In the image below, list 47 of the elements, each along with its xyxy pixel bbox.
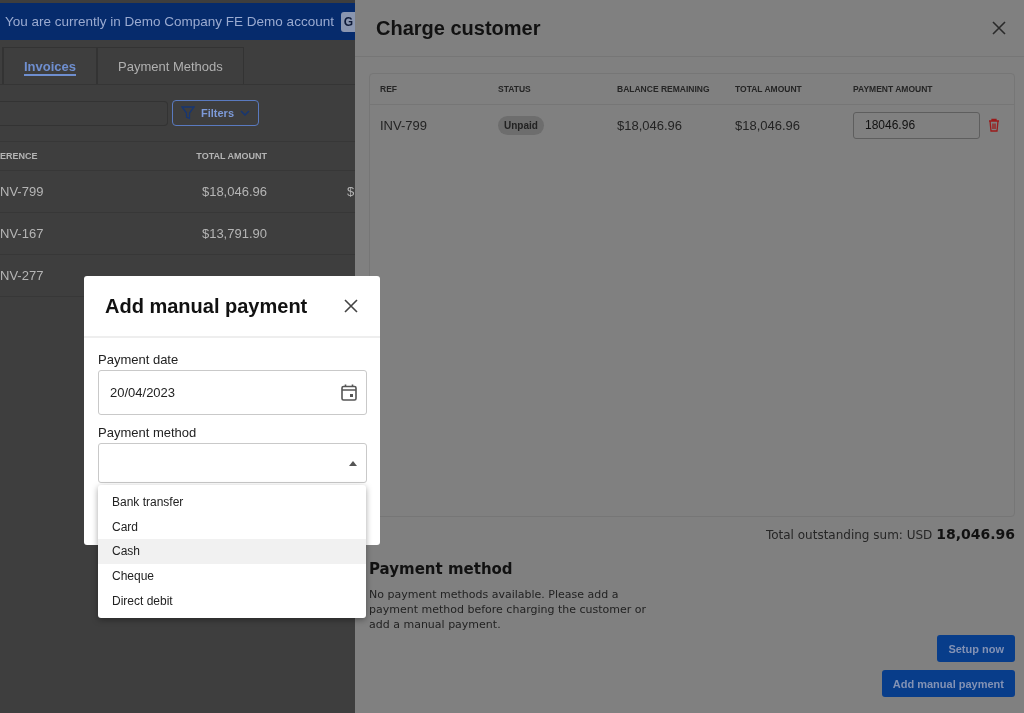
- tab[interactable]: Payment Methods: [97, 47, 244, 84]
- payment-amount-input[interactable]: 18046.96: [853, 111, 980, 139]
- table-cell-text: INV-799: [380, 117, 428, 133]
- panel-title: Charge customer: [376, 16, 541, 40]
- banner-text: You are currently in Demo Company FE Demo account: [5, 14, 334, 29]
- table-cell-text: NV-277: [0, 268, 45, 283]
- dropdown-option[interactable]: Direct debit: [98, 588, 366, 613]
- table-cell-text: NV-167: [0, 226, 45, 241]
- calendar-icon: [341, 384, 357, 401]
- trash-icon[interactable]: [988, 118, 1000, 132]
- dropdown-option[interactable]: Cheque: [98, 563, 366, 589]
- tab[interactable]: Invoices: [3, 47, 98, 84]
- modal-title: Add manual payment: [105, 294, 308, 318]
- chevron-down-icon: [240, 110, 250, 116]
- column-header: TOTAL AMOUNT: [735, 84, 803, 94]
- column-header: ERENCE: [0, 151, 39, 161]
- total-outstanding: Total outstanding sum: USD 18,046.96: [764, 525, 1016, 542]
- column-header: REF: [380, 84, 398, 94]
- close-icon: [344, 299, 358, 313]
- action-button[interactable]: Setup now: [937, 635, 1015, 662]
- column-header: BALANCE REMAINING: [617, 84, 711, 94]
- field-label: Payment date: [98, 352, 180, 367]
- caret-up-icon: [349, 460, 357, 466]
- dropdown-option[interactable]: Bank transfer: [98, 490, 366, 515]
- table-cell-text: NV-799: [0, 184, 45, 199]
- close-icon: [992, 21, 1006, 35]
- dropdown-option[interactable]: Card: [98, 514, 366, 540]
- banner-button[interactable]: G: [340, 11, 355, 32]
- table-cell-text: $: [346, 184, 355, 199]
- action-button[interactable]: Add manual payment: [881, 670, 1015, 697]
- date-field[interactable]: 20/04/2023: [98, 370, 367, 415]
- table-cell-text: $18,046.96: [200, 184, 267, 199]
- close-button[interactable]: [344, 299, 358, 313]
- select-field[interactable]: [98, 443, 367, 483]
- column-header: PAYMENT AMOUNT: [853, 84, 934, 94]
- column-header: TOTAL AMOUNT: [195, 151, 267, 161]
- table-cell-text: $18,046.96: [735, 117, 802, 133]
- table-cell-text: $13,791.90: [200, 226, 267, 241]
- filter-icon: [181, 106, 195, 120]
- info-text: No payment methods available. Please add a payment method before charging the customer or add a manual payment.: [369, 587, 648, 632]
- column-header: STATUS: [498, 84, 532, 94]
- filters-button[interactable]: Filters: [172, 100, 259, 126]
- field-label: Payment method: [98, 425, 198, 440]
- section-heading: Payment method: [369, 560, 514, 578]
- dropdown-option[interactable]: Cash: [98, 539, 366, 564]
- status-badge: Unpaid: [498, 115, 544, 135]
- table-cell-text: $18,046.96: [617, 117, 684, 133]
